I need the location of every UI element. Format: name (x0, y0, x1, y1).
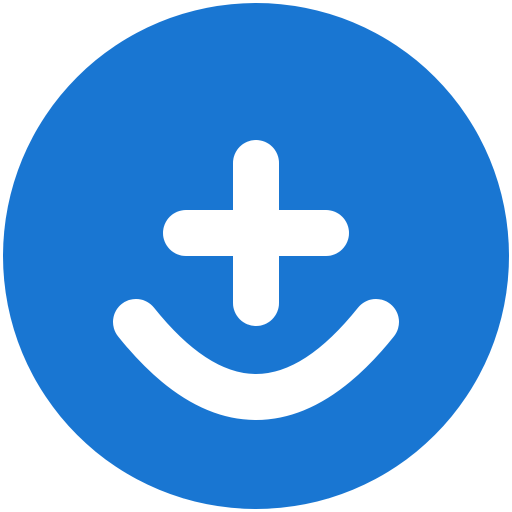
plus-smile-logo-icon (3, 3, 509, 509)
app-icon-canvas (0, 0, 512, 512)
plus-horizontal-bar (163, 210, 349, 256)
